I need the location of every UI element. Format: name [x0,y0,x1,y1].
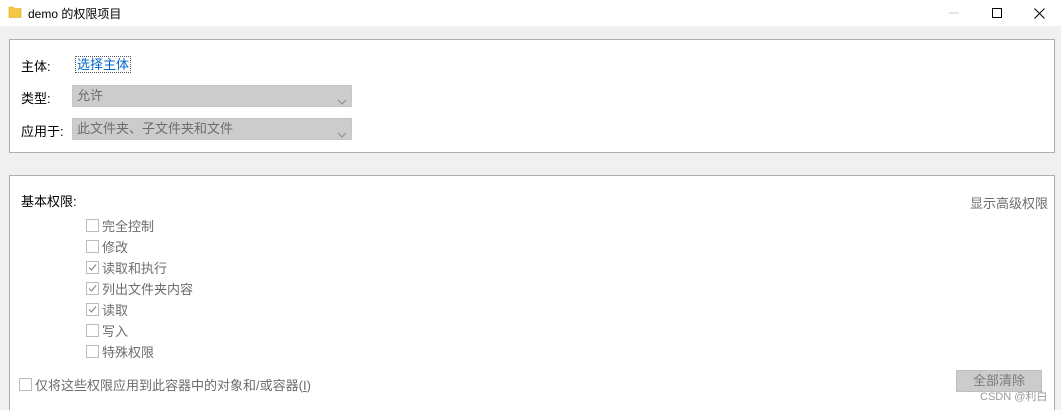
permission-checkbox[interactable] [86,218,99,232]
maximize-button[interactable] [974,0,1020,26]
folder-icon [8,5,22,19]
permission-label: 修改 [102,239,129,255]
type-label: 类型: [21,91,51,106]
permission-label: 列出文件夹内容 [102,281,194,297]
permission-row[interactable]: 读取 [86,300,128,318]
minimize-button[interactable] [931,0,977,26]
watermark-text: CSDN @利白 [980,391,1048,403]
apply-only-label: 仅将这些权限应用到此容器中的对象和/或容器(I) [35,377,311,393]
applies-to-label: 应用于: [21,124,64,139]
permission-row[interactable]: 读取和执行 [86,258,167,276]
title-bar: demo 的权限项目 [0,0,1061,26]
apply-only-option[interactable]: 仅将这些权限应用到此容器中的对象和/或容器(I) [19,375,311,393]
minimize-icon [949,12,959,14]
permission-checkbox[interactable] [86,260,99,274]
chevron-down-icon [337,125,347,138]
window-title: demo 的权限项目 [28,7,122,21]
permission-checkbox[interactable] [86,302,99,316]
checkmark-icon [88,263,97,271]
permission-row[interactable]: 特殊权限 [86,342,154,360]
permission-label: 读取 [102,302,129,318]
select-principal-link[interactable]: 选择主体 [75,56,132,73]
close-icon [1033,7,1045,19]
permission-checkbox[interactable] [86,344,99,358]
show-advanced-permissions-link[interactable]: 显示高级权限 [970,193,1048,212]
permission-checkbox[interactable] [86,323,99,337]
basic-permissions-heading: 基本权限: [21,194,77,209]
chevron-down-icon [337,92,347,105]
permission-label: 读取和执行 [102,260,168,276]
applies-to-dropdown[interactable]: 此文件夹、子文件夹和文件 [72,118,352,140]
type-dropdown-value: 允许 [77,88,104,103]
permission-row[interactable]: 修改 [86,237,128,255]
apply-only-checkbox[interactable] [19,377,32,391]
permission-label: 特殊权限 [102,344,155,360]
permission-row[interactable]: 列出文件夹内容 [86,279,193,297]
applies-to-dropdown-value: 此文件夹、子文件夹和文件 [77,121,234,136]
permission-checkbox[interactable] [86,239,99,253]
checkmark-icon [88,284,97,292]
permission-row[interactable]: 写入 [86,321,128,339]
maximize-icon [992,8,1002,18]
permission-label: 写入 [102,323,129,339]
permission-checkbox[interactable] [86,281,99,295]
permission-label: 完全控制 [102,218,155,234]
checkmark-icon [88,305,97,313]
permission-row[interactable]: 完全控制 [86,216,154,234]
principal-label: 主体: [21,59,51,74]
type-dropdown[interactable]: 允许 [72,85,352,107]
close-button[interactable] [1016,0,1061,26]
